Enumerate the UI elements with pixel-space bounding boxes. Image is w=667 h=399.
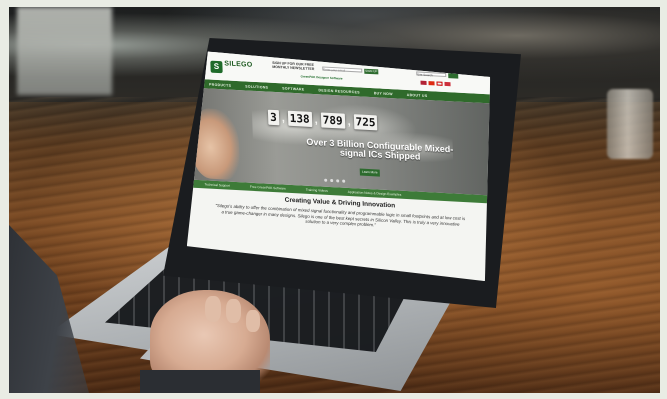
carousel-dot[interactable] bbox=[324, 179, 327, 182]
promo-link[interactable]: GreenPAK Designer Software bbox=[301, 74, 343, 80]
carousel-dot[interactable] bbox=[330, 179, 333, 182]
newsletter-label: SIGN UP FOR OUR FREE MONTHLY NEWSLETTER bbox=[272, 60, 315, 72]
sleeve bbox=[140, 370, 260, 393]
carousel-dot[interactable] bbox=[336, 179, 339, 182]
laptop-screen: S SILEGO SIGN UP FOR OUR FREE MONTHLY NE… bbox=[180, 50, 497, 282]
cn-flag-icon[interactable] bbox=[428, 81, 434, 85]
us-flag-icon[interactable] bbox=[420, 81, 426, 85]
counter-group: 725 bbox=[353, 114, 377, 130]
counter-group: 789 bbox=[320, 112, 344, 128]
finger bbox=[226, 299, 241, 323]
quick-link-videos[interactable]: Training Videos bbox=[306, 188, 328, 193]
nav-buy-now[interactable]: BUY NOW bbox=[374, 91, 393, 96]
hero-banner: 3 , 138 , 789 , 725 Over 3 Billion Confi… bbox=[181, 87, 494, 196]
logo-icon: S bbox=[210, 61, 222, 74]
nav-software[interactable]: SOFTWARE bbox=[282, 86, 304, 91]
newsletter-email-input[interactable]: Enter your email bbox=[322, 66, 362, 72]
site-logo[interactable]: SILEGO bbox=[224, 60, 252, 69]
nav-about-us[interactable]: ABOUT US bbox=[407, 92, 428, 97]
counter-group: 3 bbox=[268, 110, 279, 126]
glass-cup bbox=[607, 89, 653, 159]
learn-more-button[interactable]: Learn More bbox=[360, 169, 380, 177]
kr-flag-icon[interactable] bbox=[444, 82, 450, 86]
newsletter-signup-button[interactable]: SIGN UP bbox=[364, 69, 378, 75]
window-light bbox=[17, 7, 112, 95]
counter-separator: , bbox=[347, 115, 351, 128]
finger bbox=[205, 296, 221, 322]
carousel-dot[interactable] bbox=[342, 180, 345, 183]
counter-separator: , bbox=[314, 113, 318, 126]
nav-design-resources[interactable]: DESIGN RESOURCES bbox=[318, 88, 359, 94]
jp-flag-icon[interactable] bbox=[436, 81, 442, 85]
nav-solutions[interactable]: SOLUTIONS bbox=[245, 84, 268, 89]
finger bbox=[246, 310, 260, 332]
counter-separator: , bbox=[281, 111, 286, 125]
language-flags bbox=[420, 81, 450, 88]
world-map bbox=[251, 97, 453, 178]
quick-link-support[interactable]: Technical Support bbox=[205, 182, 230, 187]
counter-group: 138 bbox=[288, 111, 312, 127]
carousel-dots bbox=[324, 179, 345, 183]
quick-link-software[interactable]: Free GreenPAK Software bbox=[250, 185, 286, 191]
nav-products[interactable]: PRODUCTS bbox=[209, 82, 231, 87]
